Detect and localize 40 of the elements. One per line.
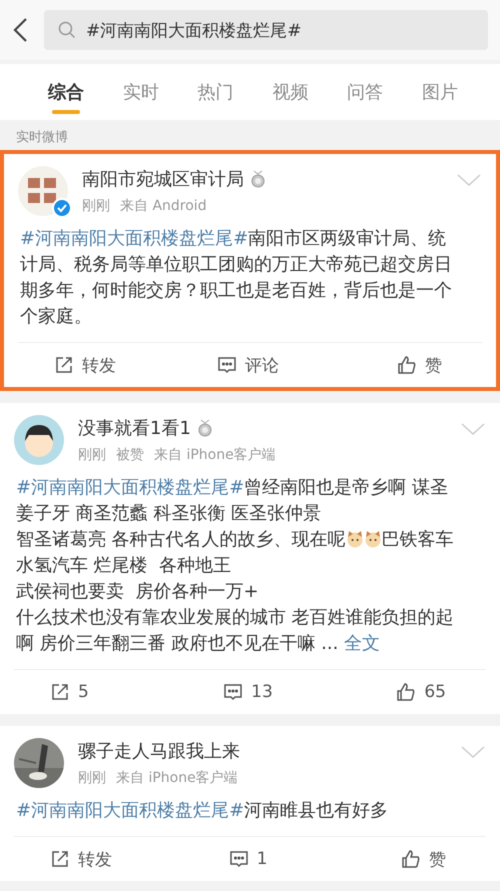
post-meta: 来自 iPhone客户端 (116, 769, 238, 787)
like-button[interactable]: 赞 (396, 354, 442, 376)
repost-button[interactable]: 5 (50, 682, 89, 702)
post-meta: 被赞 (116, 446, 144, 464)
comment-button[interactable]: 1 (228, 849, 268, 869)
share-icon (50, 849, 70, 869)
post-time: 刚刚 (82, 197, 110, 215)
search-icon (58, 21, 76, 39)
author-name[interactable]: 骡子走人马跟我上来 (78, 739, 240, 763)
repost-button[interactable]: 转发 (54, 354, 116, 376)
thumbs-up-icon (396, 682, 416, 702)
post-text: #河南南阳大面积楼盘烂尾#河南睢县也有好多 (15, 799, 390, 823)
post-time: 刚刚 (78, 446, 106, 464)
comment-button[interactable]: 13 (223, 682, 273, 702)
comment-button[interactable]: 评论 (216, 354, 279, 376)
comment-icon (223, 682, 244, 702)
author-name[interactable]: 没事就看1看1 (78, 416, 191, 440)
cat-face-icon (364, 530, 382, 548)
comment-icon (216, 355, 237, 375)
share-icon (50, 682, 70, 702)
post-time: 刚刚 (78, 769, 106, 787)
post-meta: 来自 iPhone客户端 (154, 446, 276, 464)
post-text: #河南南阳大面积楼盘烂尾#南阳市区两级审计局、统计局、税务局等单位职工团购的万正大帝苑已超交房日期多年，何时能交房？职工也是老百姓，背后也是一个个家庭。 (19, 227, 453, 329)
chevron-down-icon[interactable] (460, 421, 486, 437)
search-field[interactable]: #河南南阳大面积楼盘烂尾# (44, 10, 488, 50)
like-button[interactable]: 65 (396, 682, 446, 702)
comment-icon (228, 849, 249, 869)
post-text: #河南南阳大面积楼盘烂尾#曾经南阳也是帝乡啊 谋圣姜子牙 商圣范蠡 科圣张衡 医圣张仲景 智圣诸葛亮 各种古代名人的故乡、现在呢 巴铁客车 水氢汽车 烂尾楼 各种地王 武侯祠也要卖 房价各种一万+ 什么技术也没有靠农业发展的城市 老百姓谁能负担的起啊 房价三年翻三番 政府也不见在干嘛 ... 全文 (15, 476, 455, 656)
post-meta: 来自 Android (120, 197, 207, 215)
like-button[interactable]: 赞 (401, 848, 446, 870)
chevron-down-icon[interactable] (460, 744, 486, 760)
thumbs-up-icon (396, 355, 417, 375)
repost-button[interactable]: 转发 (50, 848, 112, 870)
thumbs-up-icon (401, 849, 421, 869)
share-icon (54, 355, 74, 375)
cat-face-icon (346, 530, 364, 548)
tab[interactable]: 综合 (36, 70, 96, 114)
chevron-down-icon[interactable] (456, 172, 482, 188)
section-label: 实时微博 (15, 129, 69, 147)
author-name[interactable]: 南阳市宛城区审计局 (82, 167, 244, 191)
